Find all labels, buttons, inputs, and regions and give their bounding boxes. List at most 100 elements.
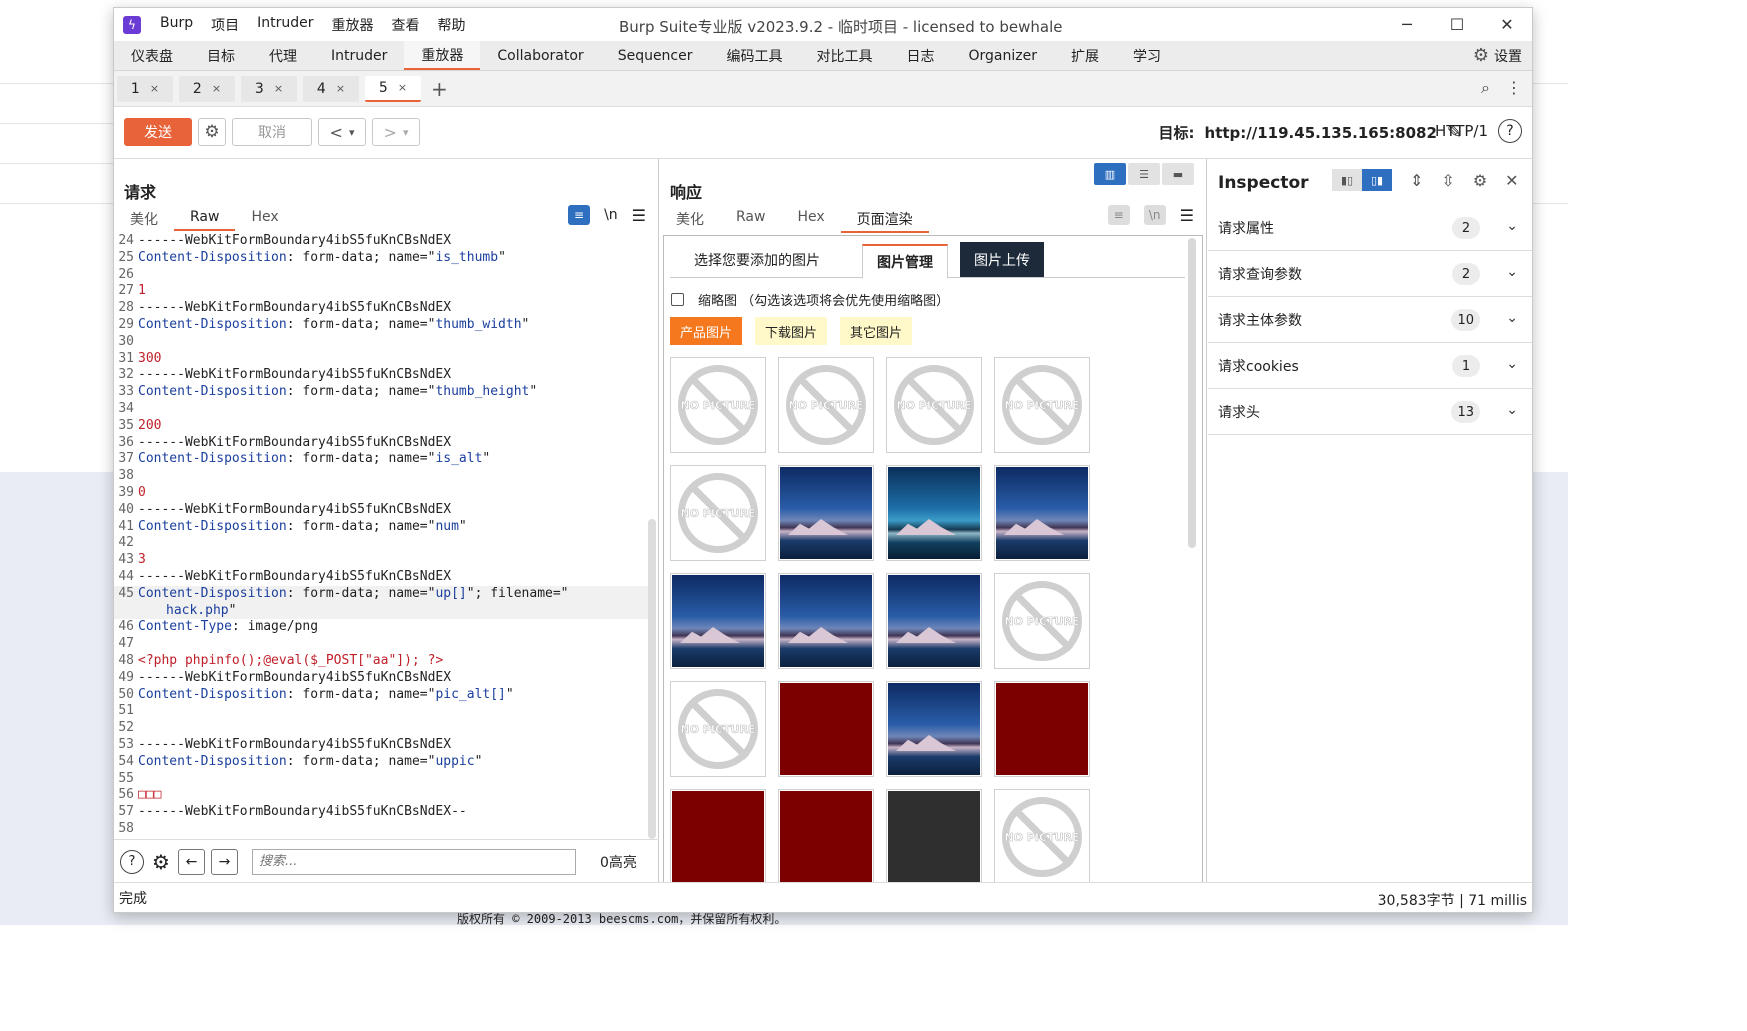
add-tab-button[interactable]: + — [431, 77, 448, 101]
image-thumbnail[interactable] — [886, 573, 982, 669]
category-other[interactable]: 其它图片 — [840, 317, 913, 345]
repeater-tab-1[interactable]: 1 × — [117, 75, 173, 102]
close-icon[interactable]: × — [150, 82, 159, 95]
back-button[interactable]: < ▾ — [318, 118, 366, 146]
maximize-button[interactable]: ☐ — [1432, 8, 1482, 40]
tab-decoder[interactable]: 编码工具 — [710, 41, 800, 70]
menu-intruder[interactable]: Intruder — [248, 15, 322, 35]
category-product[interactable]: 产品图片 — [670, 317, 743, 345]
send-button[interactable]: 发送 — [124, 118, 192, 146]
image-thumbnail[interactable] — [778, 573, 874, 669]
collapse-all-icon[interactable]: ⇳ — [1441, 171, 1454, 190]
repeater-tab-2[interactable]: 2 × — [179, 75, 235, 102]
image-thumbnail[interactable] — [778, 789, 874, 882]
image-thumbnail[interactable] — [670, 573, 766, 669]
inspector-layout-left-icon[interactable]: ▮▯ — [1332, 169, 1362, 191]
previous-match-button[interactable]: ← — [177, 848, 205, 875]
image-thumbnail[interactable] — [886, 681, 982, 777]
menu-project[interactable]: 项目 — [202, 15, 248, 35]
image-thumbnail[interactable]: NO PICTURE — [670, 681, 766, 777]
tab-collaborator[interactable]: Collaborator — [480, 41, 600, 70]
close-button[interactable]: ✕ — [1482, 8, 1532, 40]
tab-extensions[interactable]: 扩展 — [1054, 41, 1116, 70]
menu-repeater[interactable]: 重放器 — [323, 15, 383, 35]
close-icon[interactable]: × — [398, 81, 407, 94]
tab-pretty[interactable]: 美化 — [114, 207, 174, 231]
image-thumbnail[interactable] — [778, 465, 874, 561]
http-version[interactable]: HTTP/1 — [1435, 122, 1488, 140]
image-thumbnail[interactable] — [994, 681, 1090, 777]
image-thumbnail[interactable] — [886, 465, 982, 561]
help-icon[interactable]: ? — [1498, 119, 1522, 143]
menu-help[interactable]: 帮助 — [429, 15, 475, 35]
tab-sequencer[interactable]: Sequencer — [601, 41, 710, 70]
tab-learn[interactable]: 学习 — [1116, 41, 1178, 70]
tab-repeater[interactable]: 重放器 — [404, 41, 481, 70]
repeater-tab-4[interactable]: 4 × — [303, 75, 359, 102]
category-download[interactable]: 下载图片 — [755, 317, 828, 345]
tab-comparer[interactable]: 对比工具 — [800, 41, 890, 70]
image-thumbnail[interactable]: NO PICTURE — [994, 573, 1090, 669]
menu-icon[interactable]: ☰ — [632, 206, 646, 225]
render-tab-upload[interactable]: 图片上传 — [960, 242, 1044, 277]
newline-toggle[interactable]: \n — [1143, 205, 1166, 225]
image-thumbnail[interactable] — [778, 681, 874, 777]
close-icon[interactable]: × — [274, 82, 283, 95]
dropdown-icon[interactable]: ▾ — [349, 126, 355, 139]
inspector-section-request-attributes[interactable]: 请求属性 2 ⌄ — [1208, 205, 1532, 251]
dropdown-icon[interactable]: ▾ — [403, 126, 409, 139]
search-input[interactable] — [251, 848, 576, 875]
image-thumbnail[interactable]: NO PICTURE — [778, 357, 874, 453]
menu-burp[interactable]: Burp — [151, 15, 202, 35]
settings-button[interactable]: ⚙ 设置 — [1473, 45, 1522, 66]
request-editor[interactable]: 24 ------WebKitFormBoundary4ibS5fuKnCBsNd… — [114, 233, 654, 837]
render-tab-manage[interactable]: 图片管理 — [862, 244, 948, 279]
request-scrollbar[interactable] — [648, 519, 656, 839]
image-thumbnail[interactable]: NO PICTURE — [994, 789, 1090, 882]
tabbed-layout-icon[interactable]: ▬ — [1162, 163, 1194, 185]
repeater-tab-5[interactable]: 5 × — [365, 75, 421, 102]
tab-hex[interactable]: Hex — [781, 207, 840, 233]
inspector-layout-right-icon[interactable]: ▯▮ — [1362, 169, 1392, 191]
tab-intruder[interactable]: Intruder — [314, 41, 404, 70]
thumbnail-checkbox[interactable] — [671, 293, 684, 306]
menu-view[interactable]: 查看 — [383, 15, 429, 35]
render-scrollbar[interactable] — [1188, 238, 1196, 548]
image-thumbnail[interactable]: NO PICTURE — [670, 357, 766, 453]
gear-icon[interactable]: ⚙ — [1473, 171, 1487, 190]
image-thumbnail[interactable]: NO PICTURE — [886, 357, 982, 453]
tab-hex[interactable]: Hex — [235, 207, 294, 231]
search-icon[interactable]: ⌕ — [1481, 78, 1490, 98]
render-tab-choose[interactable]: 选择您要添加的图片 — [680, 242, 834, 278]
cancel-button[interactable]: 取消 — [232, 118, 312, 146]
next-match-button[interactable]: → — [210, 848, 238, 875]
forward-button[interactable]: > ▾ — [372, 118, 420, 146]
gear-icon[interactable]: ⚙ — [152, 850, 170, 874]
inspector-section-body-params[interactable]: 请求主体参数 10 ⌄ — [1208, 297, 1532, 343]
tab-target[interactable]: 目标 — [190, 41, 252, 70]
send-options-button[interactable]: ⚙ — [198, 118, 226, 146]
close-icon[interactable]: ✕ — [1505, 171, 1518, 190]
wrap-lines-icon[interactable]: ≡ — [1107, 205, 1130, 225]
tab-render[interactable]: 页面渲染 — [840, 207, 929, 233]
image-thumbnail[interactable] — [994, 465, 1090, 561]
image-thumbnail[interactable] — [886, 789, 982, 882]
expand-all-icon[interactable]: ⇕ — [1410, 171, 1423, 190]
tab-logger[interactable]: 日志 — [890, 41, 952, 70]
inspector-section-cookies[interactable]: 请求cookies 1 ⌄ — [1208, 343, 1532, 389]
image-thumbnail[interactable]: NO PICTURE — [670, 465, 766, 561]
tab-proxy[interactable]: 代理 — [252, 41, 314, 70]
menu-icon[interactable]: ☰ — [1180, 206, 1194, 225]
repeater-tab-3[interactable]: 3 × — [241, 75, 297, 102]
stacked-layout-icon[interactable]: ☰ — [1128, 163, 1160, 185]
tab-raw[interactable]: Raw — [174, 207, 236, 231]
help-icon[interactable]: ? — [120, 849, 144, 874]
inspector-section-headers[interactable]: 请求头 13 ⌄ — [1208, 389, 1532, 435]
newline-toggle[interactable]: \n — [604, 207, 618, 223]
side-by-side-layout-icon[interactable]: ▥ — [1094, 163, 1126, 185]
tab-raw[interactable]: Raw — [720, 207, 781, 233]
tab-dashboard[interactable]: 仪表盘 — [114, 41, 190, 70]
close-icon[interactable]: × — [336, 82, 345, 95]
tab-organizer[interactable]: Organizer — [952, 41, 1054, 70]
image-thumbnail[interactable] — [670, 789, 766, 882]
